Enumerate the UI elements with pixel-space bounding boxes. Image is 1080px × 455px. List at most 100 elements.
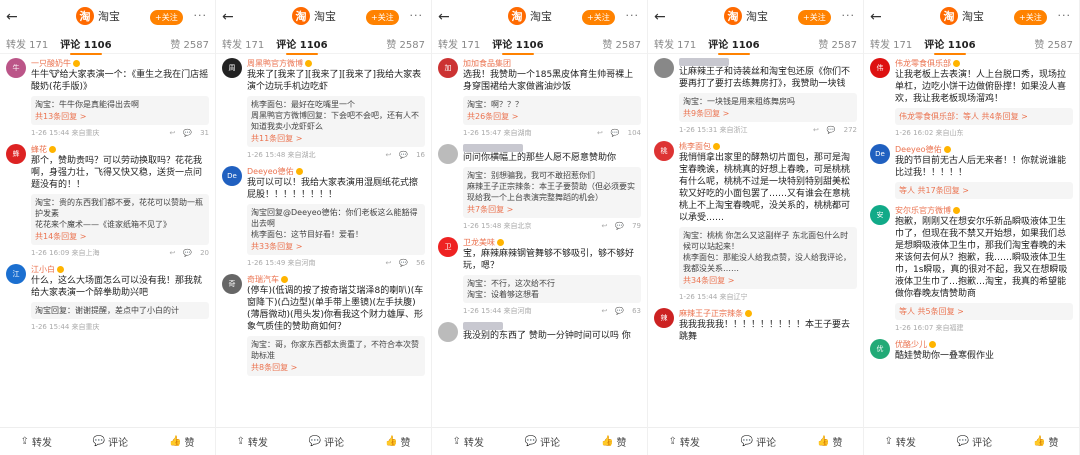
avatar[interactable]: 江	[6, 264, 26, 284]
comment-author[interactable]: Deeyeo德佑	[247, 166, 425, 177]
avatar[interactable]: 优	[870, 339, 890, 359]
brand[interactable]: 淘 淘宝	[724, 7, 768, 25]
tab-comments[interactable]: 评论 1106	[492, 36, 544, 55]
tab-repost[interactable]: 转发 171	[870, 36, 912, 51]
reply-box[interactable]: 淘宝：一块钱是用来租练舞房吗 共9条回复 >	[679, 93, 857, 122]
comment-item[interactable]: 问问你横幅上的那些人愿不愿意赞助你 淘宝：别想骗我，我可不敢招惹你们 麻辣王子正宗…	[438, 144, 641, 231]
repost-button[interactable]: ⇪ 转发	[20, 434, 51, 449]
reply-box[interactable]: 淘宝：别想骗我，我可不敢招惹你们 麻辣王子正宗辣条：本王子要赞助（但必须要实现给我…	[463, 167, 641, 218]
tab-comments[interactable]: 评论 1106	[708, 36, 760, 55]
comment-author-blurred[interactable]	[463, 144, 641, 152]
reply-more-link[interactable]: 共13条回复 >	[35, 111, 205, 122]
comment-author[interactable]: 奇瑞汽车	[247, 274, 425, 285]
comment-button[interactable]: 💬 评论	[309, 434, 344, 449]
reply-box[interactable]: 淘宝：不行，这次给不行 淘宝：设着够这想看	[463, 275, 641, 303]
reply-box[interactable]: 等人 共5条回复 >	[895, 303, 1073, 320]
comment-item[interactable]: 优 优酪少儿 酷娃赞助你一叠寒假作业	[870, 339, 1073, 362]
reply-more-link[interactable]: 共33条回复 >	[251, 241, 421, 252]
comment-author-blurred[interactable]	[463, 322, 641, 330]
comment-item[interactable]: 奇 奇瑞汽车 (停车)(低调的按了按奇瑞艾瑞泽8的喇叭)(车窗降下)(凸边型)(…	[222, 274, 425, 376]
comment-item[interactable]: 辣 麻辣王子正宗辣条 我我我我我！！！！！！！！！本王子要去跳舞	[654, 308, 857, 343]
avatar[interactable]: 加	[438, 58, 458, 78]
comment-button[interactable]: 💬 评论	[741, 434, 776, 449]
comment-item[interactable]: 让麻辣王子和诗装丝和淘宝包还原《你们不要再打了要打去练舞房打》，我赞助一块钱 淘…	[654, 58, 857, 135]
reply-box[interactable]: 伟龙零食俱乐部：等人 共4条回复 >	[895, 108, 1073, 125]
avatar[interactable]: 伟	[870, 58, 890, 78]
follow-button[interactable]: +关注	[150, 10, 183, 25]
avatar[interactable]: 安	[870, 205, 890, 225]
brand[interactable]: 淘 淘宝	[940, 7, 984, 25]
comment-author[interactable]: 安尔乐官方微博	[895, 205, 1073, 216]
comment-author[interactable]: 伟龙零食俱乐部	[895, 58, 1073, 69]
comment-item[interactable]: 桃 桃李面包 我悄悄拿出家里的酵熟切片面包，那可是淘宝春晚诶，桃桃真的好想上春晚…	[654, 141, 857, 302]
back-arrow-icon[interactable]: ←	[438, 9, 456, 25]
follow-button[interactable]: +关注	[1014, 10, 1047, 25]
comment-item[interactable]: 卫 卫龙美味 宝，麻辣麻辣钢管舞够不够吸引，够不够好玩，嗯？ 淘宝：不行，这次给…	[438, 237, 641, 316]
reply-box[interactable]: 淘宝：贵的东西我们都不要，花花可以赞助一瓶护发素 花花来个魔术——《谁家纸箱不见了…	[31, 194, 209, 245]
brand[interactable]: 淘 淘宝	[76, 7, 120, 25]
tab-comments[interactable]: 评论 1106	[276, 36, 328, 55]
reply-box[interactable]: 淘宝：哥，你家东西都太贵重了，不符合本次赞助标准 共8条回复 >	[247, 336, 425, 376]
reply-box[interactable]: 淘宝：啊？？？ 共26条回复 >	[463, 96, 641, 125]
like-button[interactable]: 👍 赞	[817, 434, 842, 449]
avatar[interactable]: De	[870, 144, 890, 164]
comment-item[interactable]: 江 江小白 什么，这么大场面怎么可以没有我！那我就给大家表演一个醉拳助助兴吧 淘…	[6, 264, 209, 332]
more-icon[interactable]: ···	[1058, 9, 1072, 22]
brand[interactable]: 淘 淘宝	[508, 7, 552, 25]
comment-item[interactable]: 周 周黑鸭官方微博 我来了[我来了][我来了][我来了]我给大家表演个边玩手机边…	[222, 58, 425, 160]
reply-box[interactable]: 淘宝回复：谢谢提醒，差点中了小白的计	[31, 302, 209, 319]
follow-button[interactable]: +关注	[582, 10, 615, 25]
tab-repost[interactable]: 转发 171	[222, 36, 264, 51]
like-button[interactable]: 👍 赞	[169, 434, 194, 449]
reply-box[interactable]: 淘宝：桃桃 你怎么又这副样子 东北面包什么时候可以站起来！ 桃李面包：那能没人给我…	[679, 227, 857, 289]
reply-box[interactable]: 等人 共17条回复 >	[895, 182, 1073, 199]
tab-repost[interactable]: 转发 171	[654, 36, 696, 51]
avatar[interactable]: 卫	[438, 237, 458, 257]
like-button[interactable]: 👍 赞	[1033, 434, 1058, 449]
follow-button[interactable]: +关注	[798, 10, 831, 25]
tab-repost[interactable]: 转发 171	[438, 36, 480, 51]
comment-button[interactable]: 💬 评论	[93, 434, 128, 449]
comment-author[interactable]: Deeyeo德佑	[895, 144, 1073, 155]
comment-item[interactable]: De Deeyeo德佑 我可以可以！我给大家表演用湿厕纸花式擦屁股！！！！！！！…	[222, 166, 425, 268]
reply-more-link[interactable]: 共8条回复 >	[251, 362, 421, 373]
repost-button[interactable]: ⇪ 转发	[236, 434, 267, 449]
comment-author[interactable]: 桃李面包	[679, 141, 857, 152]
avatar[interactable]: 奇	[222, 274, 242, 294]
avatar[interactable]	[438, 144, 458, 164]
tab-comments[interactable]: 评论 1106	[60, 36, 112, 55]
reply-more-link[interactable]: 共26条回复 >	[467, 111, 637, 122]
more-icon[interactable]: ···	[194, 9, 208, 22]
tab-repost[interactable]: 转发 171	[6, 36, 48, 51]
back-arrow-icon[interactable]: ←	[222, 9, 240, 25]
more-icon[interactable]: ···	[842, 9, 856, 22]
more-icon[interactable]: ···	[626, 9, 640, 22]
reply-more-link[interactable]: 共14条回复 >	[35, 231, 205, 242]
reply-more-link[interactable]: 共34条回复 >	[683, 275, 853, 286]
avatar[interactable]: 牛	[6, 58, 26, 78]
tab-likes[interactable]: 赞 2587	[602, 36, 641, 51]
comment-author[interactable]: 加加食品集团	[463, 58, 641, 69]
comment-author[interactable]: 优酪少儿	[895, 339, 1073, 350]
avatar[interactable]	[438, 322, 458, 342]
follow-button[interactable]: +关注	[366, 10, 399, 25]
reply-box[interactable]: 桃李面包：最好在吃嘴里一个 周黑鸭官方微博回复：下会吧不会吧，还有人不知道我卖小龙…	[247, 96, 425, 147]
avatar[interactable]: De	[222, 166, 242, 186]
avatar[interactable]: 蜂	[6, 144, 26, 164]
like-button[interactable]: 👍 赞	[601, 434, 626, 449]
back-arrow-icon[interactable]: ←	[654, 9, 672, 25]
tab-likes[interactable]: 赞 2587	[1034, 36, 1073, 51]
avatar[interactable]	[654, 58, 674, 78]
avatar[interactable]: 桃	[654, 141, 674, 161]
comment-item[interactable]: 牛 一只酸奶牛 牛牛🐮给大家表演一个：《重生之我在门店摇酸奶(花手版)》 淘宝：…	[6, 58, 209, 138]
tab-comments[interactable]: 评论 1106	[924, 36, 976, 55]
comment-item[interactable]: 加 加加食品集团 选我！我赞助一个185黑皮体育生帅哥裸上身穿围裙给大家做酱油炒…	[438, 58, 641, 138]
comment-author-blurred[interactable]	[679, 58, 857, 66]
reply-more-link[interactable]: 共7条回复 >	[467, 204, 637, 215]
repost-button[interactable]: ⇪ 转发	[884, 434, 915, 449]
comment-button[interactable]: 💬 评论	[957, 434, 992, 449]
comment-item[interactable]: 安 安尔乐官方微博 抱歉，刚刚又在想安尔乐新品瞬吸液体卫生巾了，但现在我不禁又开…	[870, 205, 1073, 333]
repost-button[interactable]: ⇪ 转发	[668, 434, 699, 449]
reply-more-link[interactable]: 共11条回复 >	[251, 133, 421, 144]
comment-author[interactable]: 蜂花	[31, 144, 209, 155]
